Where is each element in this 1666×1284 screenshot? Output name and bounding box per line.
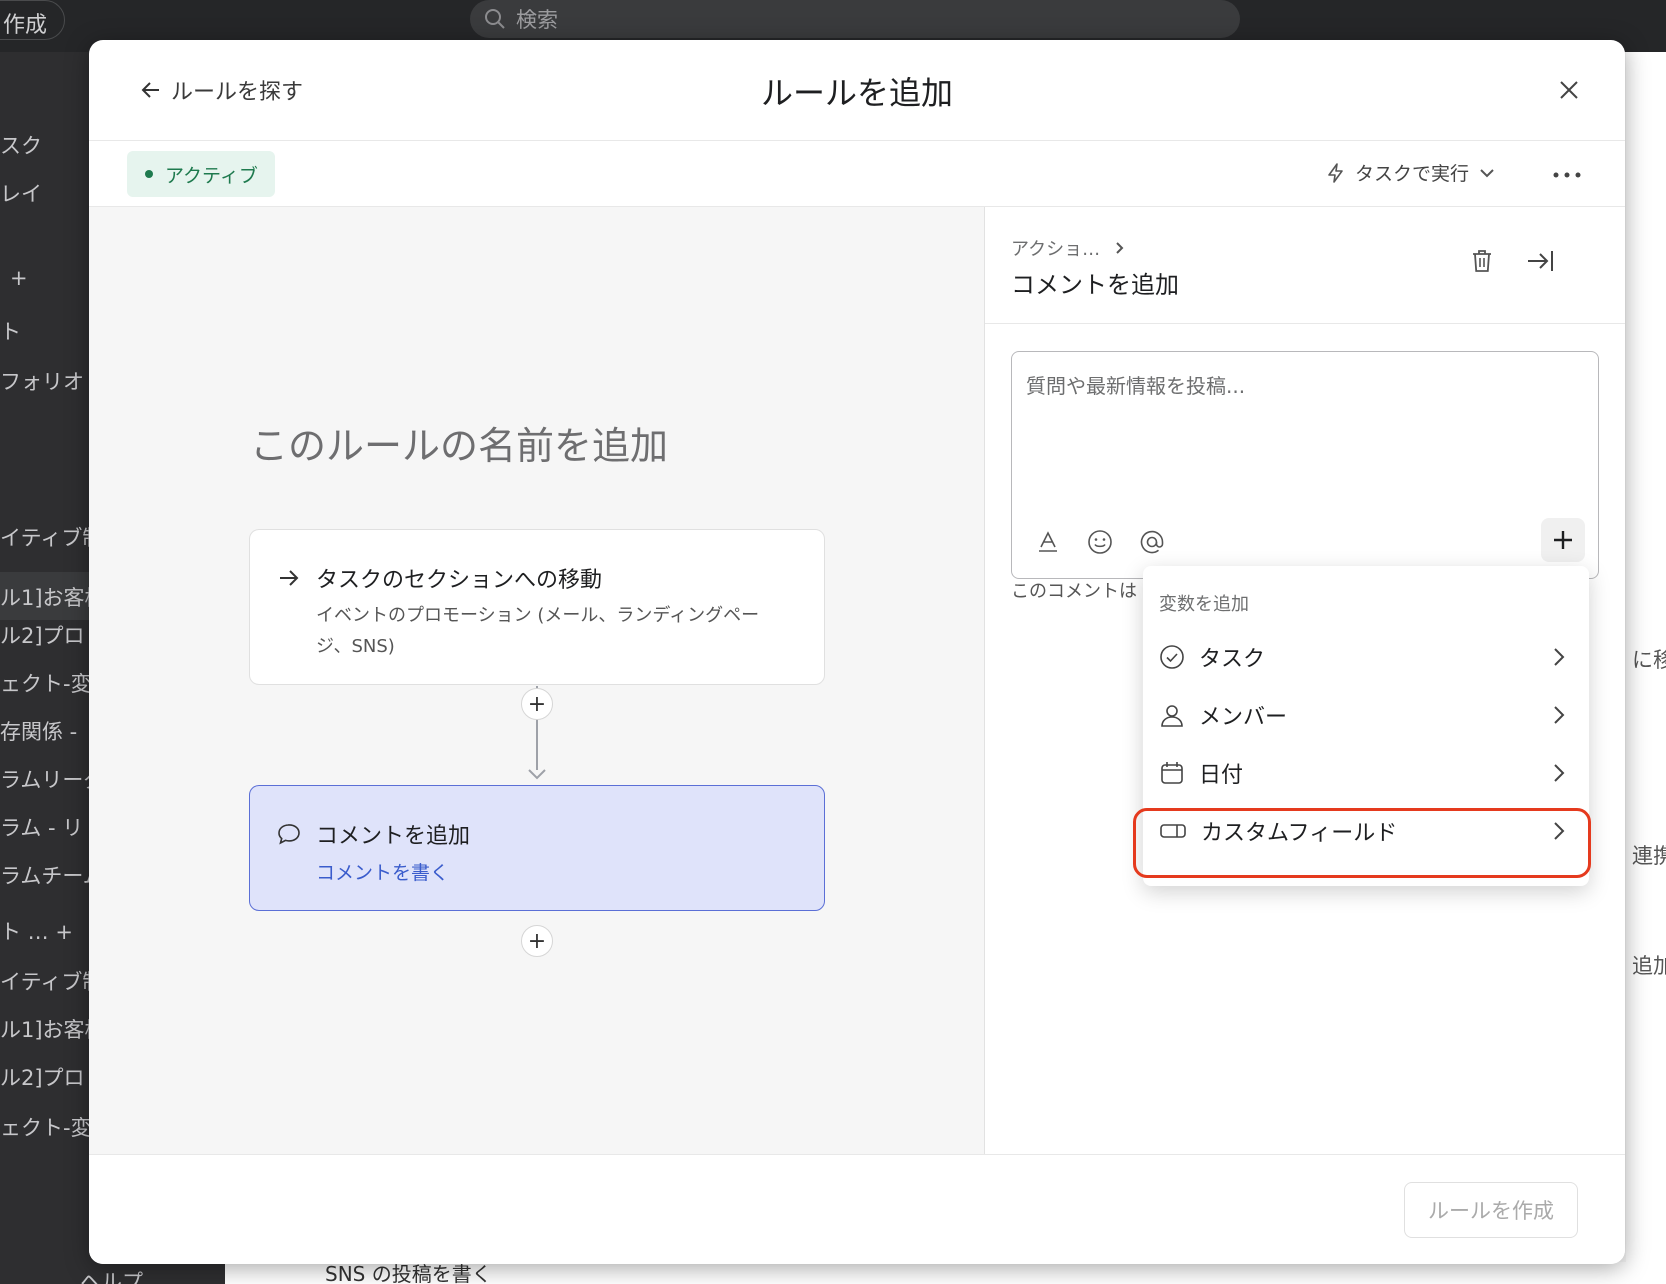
arrow-down-icon — [528, 769, 546, 780]
run-on-dropdown[interactable]: タスクで実行 — [1325, 159, 1497, 186]
trash-icon — [1473, 250, 1491, 272]
sidebar-item[interactable]: ェクト-変 — [0, 668, 92, 698]
modal-subheader: アクティブ タスクで実行 — [89, 141, 1625, 207]
status-dot-icon — [145, 170, 153, 178]
sidebar-item[interactable]: レイ — [0, 178, 42, 208]
chevron-right-icon — [1554, 648, 1565, 666]
mention-button[interactable] — [1138, 528, 1166, 556]
divider — [985, 323, 1625, 324]
more-options-button[interactable] — [1547, 161, 1587, 189]
calendar-icon — [1161, 762, 1183, 784]
arrow-right-icon — [280, 570, 299, 586]
sidebar-item[interactable]: ル2]プロ — [0, 1062, 85, 1092]
collapse-panel-button[interactable] — [1525, 247, 1555, 279]
menu-heading: 変数を追加 — [1159, 594, 1249, 615]
global-search[interactable]: 検索 — [470, 0, 1240, 38]
check-circle-icon — [1160, 645, 1184, 669]
bg-text: 追加 — [1632, 954, 1666, 978]
emoji-icon — [1088, 530, 1112, 554]
menu-item-member[interactable]: メンバー — [1143, 686, 1589, 744]
comment-helper-text: このコメントは — [1011, 581, 1137, 602]
editor-toolbar — [1034, 528, 1166, 556]
person-icon — [1161, 705, 1183, 727]
menu-item-date[interactable]: 日付 — [1143, 744, 1589, 802]
comment-icon — [278, 824, 300, 845]
rule-name-input[interactable]: このルールの名前を追加 — [250, 415, 668, 470]
app-right-panel: に移 連携 追加 — [1626, 52, 1666, 1284]
create-rule-button[interactable]: ルールを作成 — [1404, 1182, 1578, 1238]
at-sign-icon — [1140, 530, 1164, 554]
rule-canvas: このルールの名前を追加 タスクのセクションへの移動 イベントのプロモーション (… — [89, 207, 985, 1154]
trigger-card[interactable]: タスクのセクションへの移動 イベントのプロモーション (メール、ランディングペー… — [249, 529, 825, 685]
comment-placeholder: 質問や最新情報を投稿... — [1026, 374, 1246, 398]
sidebar-help[interactable]: ヘルプ — [80, 1266, 143, 1284]
app-bottom-row: SNS の投稿を書く — [225, 1262, 1666, 1284]
emoji-button[interactable] — [1086, 528, 1114, 556]
menu-item-label: 日付 — [1199, 763, 1244, 788]
menu-item-label: タスク — [1199, 647, 1266, 672]
lightning-icon — [1328, 162, 1343, 183]
collapse-right-icon — [1528, 251, 1553, 271]
more-icon — [1553, 172, 1581, 178]
chevron-right-icon — [1554, 706, 1565, 724]
status-badge[interactable]: アクティブ — [127, 151, 275, 197]
plus-icon — [1554, 531, 1572, 549]
insert-variable-button[interactable] — [1541, 518, 1585, 562]
bg-text: 連携 — [1632, 844, 1666, 868]
menu-item-label: メンバー — [1199, 705, 1288, 730]
sidebar-item[interactable]: イティブ制 — [0, 522, 103, 552]
bg-text: に移 — [1632, 648, 1666, 672]
action-card[interactable]: コメントを追加 コメントを書く — [249, 785, 825, 911]
modal-header: ルールを探す ルールを追加 — [89, 40, 1625, 141]
trigger-description: イベントのプロモーション (メール、ランディングページ、SNS) — [316, 605, 760, 657]
status-label: アクティブ — [165, 164, 258, 187]
modal-footer: ルールを作成 — [89, 1154, 1625, 1264]
sidebar-item[interactable]: ル2]プロ — [0, 620, 85, 650]
create-button[interactable]: 作成 — [0, 0, 65, 40]
chevron-right-icon — [1116, 242, 1124, 254]
sidebar-item[interactable]: ェクト-変 — [0, 1112, 92, 1142]
sidebar-item[interactable]: ト … + — [0, 916, 73, 946]
comment-editor[interactable]: 質問や最新情報を投稿... — [1011, 351, 1599, 579]
add-step-button[interactable]: + — [521, 688, 553, 720]
sidebar-item[interactable]: ト — [0, 316, 21, 346]
search-placeholder: 検索 — [516, 8, 558, 32]
sidebar-item[interactable]: ラム - リ — [0, 812, 83, 842]
delete-action-button[interactable] — [1469, 247, 1495, 279]
add-step-button[interactable]: + — [521, 925, 553, 957]
menu-item-task[interactable]: タスク — [1143, 628, 1589, 686]
chevron-down-icon — [1480, 168, 1494, 177]
write-comment-link[interactable]: コメントを書く — [316, 858, 449, 885]
action-title: コメントを追加 — [316, 824, 471, 849]
chevron-right-icon — [1554, 764, 1565, 782]
sidebar-item[interactable]: フォリオ — [0, 366, 84, 396]
highlight-annotation — [1133, 808, 1591, 878]
breadcrumb-label: アクショ… — [1011, 239, 1101, 260]
breadcrumb[interactable]: アクショ… — [1011, 235, 1126, 261]
close-icon — [1560, 81, 1578, 99]
sidebar-item[interactable]: イティブ制 — [0, 966, 103, 996]
text-format-button[interactable] — [1034, 528, 1062, 556]
trigger-title: タスクのセクションへの移動 — [316, 568, 603, 593]
panel-title: コメントを追加 — [1011, 271, 1179, 299]
search-icon — [485, 9, 505, 29]
sidebar-add-icon[interactable]: + — [10, 266, 28, 290]
run-on-label: タスクで実行 — [1355, 163, 1470, 185]
sidebar-item[interactable]: スク — [0, 130, 42, 160]
close-button[interactable] — [1549, 70, 1589, 110]
modal-title: ルールを追加 — [760, 74, 953, 112]
text-format-icon — [1039, 531, 1057, 552]
sidebar-item[interactable]: 存関係 - — [0, 716, 77, 746]
